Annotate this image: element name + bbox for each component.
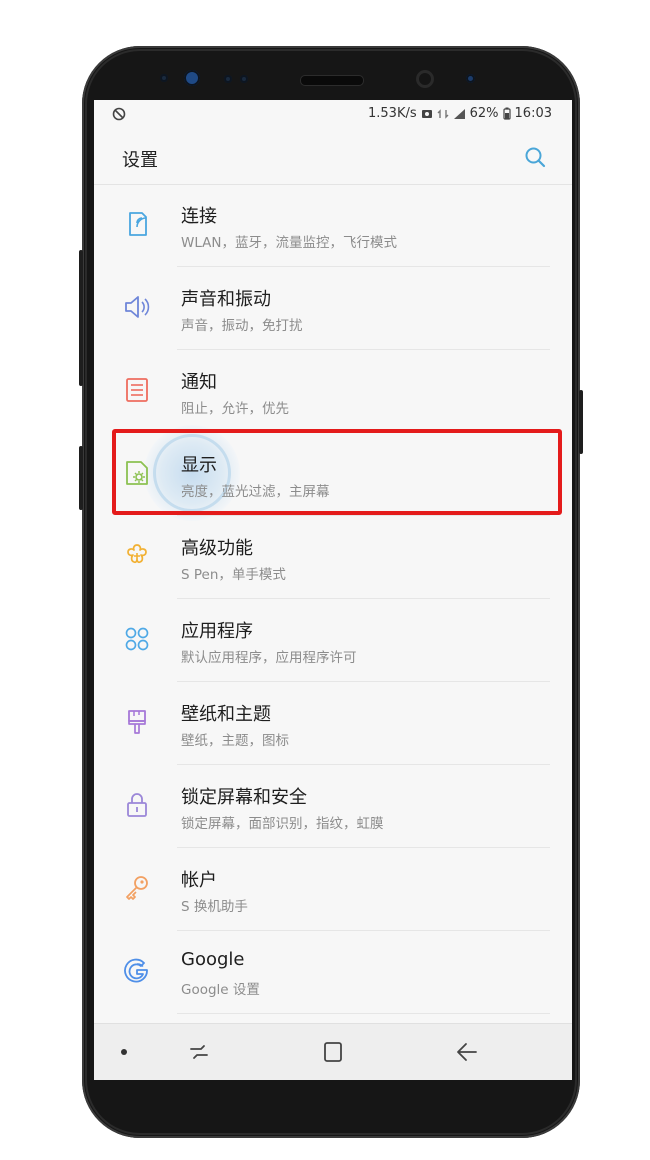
connection-icon [129, 212, 147, 236]
settings-item-subtitle: 阻止，允许，优先 [181, 401, 289, 417]
status-right: 1.53K/s 62% 16:03 [368, 106, 552, 121]
settings-item-label: 壁纸和主题 [181, 704, 271, 725]
back-icon[interactable] [455, 1040, 479, 1064]
settings-item-label: 连接 [181, 206, 217, 227]
screenshot-icon [421, 109, 432, 118]
key-icon [126, 876, 148, 900]
bixby-button [79, 250, 83, 386]
settings-item-subtitle: S Pen，单手模式 [181, 567, 286, 583]
status-bar: 1.53K/s 62% 16:03 [94, 100, 572, 130]
lock-icon [127, 793, 147, 817]
settings-item-label: 高级功能 [181, 538, 253, 559]
settings-item-sound[interactable]: 声音和振动 声音，振动，免打扰 [94, 267, 572, 350]
brush-icon [128, 710, 146, 734]
sensor-icon [466, 74, 475, 83]
advanced-features-icon [127, 544, 147, 564]
clock: 16:03 [514, 106, 552, 121]
sensor-icon [240, 75, 248, 83]
page-title: 设置 [122, 150, 158, 171]
google-icon [124, 958, 148, 983]
screen: 1.53K/s 62% 16:03 设置 连接 WLAN，蓝牙，流量监控，飞行模… [94, 100, 572, 1080]
search-icon[interactable] [524, 146, 546, 168]
network-speed: 1.53K/s [368, 106, 417, 121]
nfc-icon [112, 107, 126, 121]
settings-item-advanced-features[interactable]: 高级功能 S Pen，单手模式 [94, 516, 572, 599]
settings-item-wallpapers-themes[interactable]: 壁纸和主题 壁纸，主题，图标 [94, 682, 572, 765]
speaker-icon [125, 296, 150, 318]
front-camera-icon [416, 70, 434, 88]
dot-icon[interactable] [112, 1040, 136, 1064]
highlight-box-display [112, 429, 562, 515]
settings-item-accounts[interactable]: 帐户 S 换机助手 [94, 848, 572, 931]
settings-item-label: 声音和振动 [181, 289, 271, 310]
settings-item-label: 通知 [181, 372, 217, 393]
volume-button [79, 446, 83, 510]
signal-icon [453, 108, 465, 119]
settings-item-notifications[interactable]: 通知 阻止，允许，优先 [94, 350, 572, 433]
settings-item-subtitle: Google 设置 [181, 982, 260, 998]
earpiece-speaker [300, 75, 364, 86]
settings-item-subtitle: 壁纸，主题，图标 [181, 733, 289, 749]
settings-item-connections[interactable]: 连接 WLAN，蓝牙，流量监控，飞行模式 [94, 184, 572, 267]
apps-icon [125, 627, 149, 651]
settings-item-label: Google [181, 949, 245, 970]
battery-icon [502, 107, 511, 120]
iris-camera-icon [184, 70, 200, 86]
top-hardware [82, 46, 580, 104]
settings-item-subtitle: 声音，振动，免打扰 [181, 318, 303, 334]
settings-item-label: 应用程序 [181, 621, 253, 642]
settings-item-subtitle: WLAN，蓝牙，流量监控，飞行模式 [181, 235, 398, 251]
battery-percent: 62% [469, 106, 499, 121]
settings-item-apps[interactable]: 应用程序 默认应用程序，应用程序许可 [94, 599, 572, 682]
notification-icon [126, 378, 148, 402]
power-button [579, 390, 583, 454]
navigation-bar [94, 1023, 572, 1080]
settings-item-subtitle: 默认应用程序，应用程序许可 [181, 650, 357, 666]
settings-item-subtitle: S 换机助手 [181, 899, 248, 915]
settings-list: 连接 WLAN，蓝牙，流量监控，飞行模式 声音和振动 声音，振动，免打扰 通知 … [94, 184, 572, 1014]
settings-item-google[interactable]: Google Google 设置 [94, 931, 572, 1014]
home-icon[interactable] [321, 1040, 345, 1064]
settings-item-lock-screen-security[interactable]: 锁定屏幕和安全 锁定屏幕，面部识别，指纹，虹膜 [94, 765, 572, 848]
sensor-icon [224, 75, 232, 83]
divider [177, 1013, 550, 1014]
settings-item-subtitle: 锁定屏幕，面部识别，指纹，虹膜 [181, 816, 384, 832]
data-transfer-icon [437, 108, 449, 119]
sensor-icon [160, 74, 168, 82]
settings-item-label: 锁定屏幕和安全 [181, 787, 307, 808]
settings-item-label: 帐户 [181, 870, 217, 891]
app-bar: 设置 [94, 130, 572, 185]
recents-icon[interactable] [187, 1040, 211, 1064]
